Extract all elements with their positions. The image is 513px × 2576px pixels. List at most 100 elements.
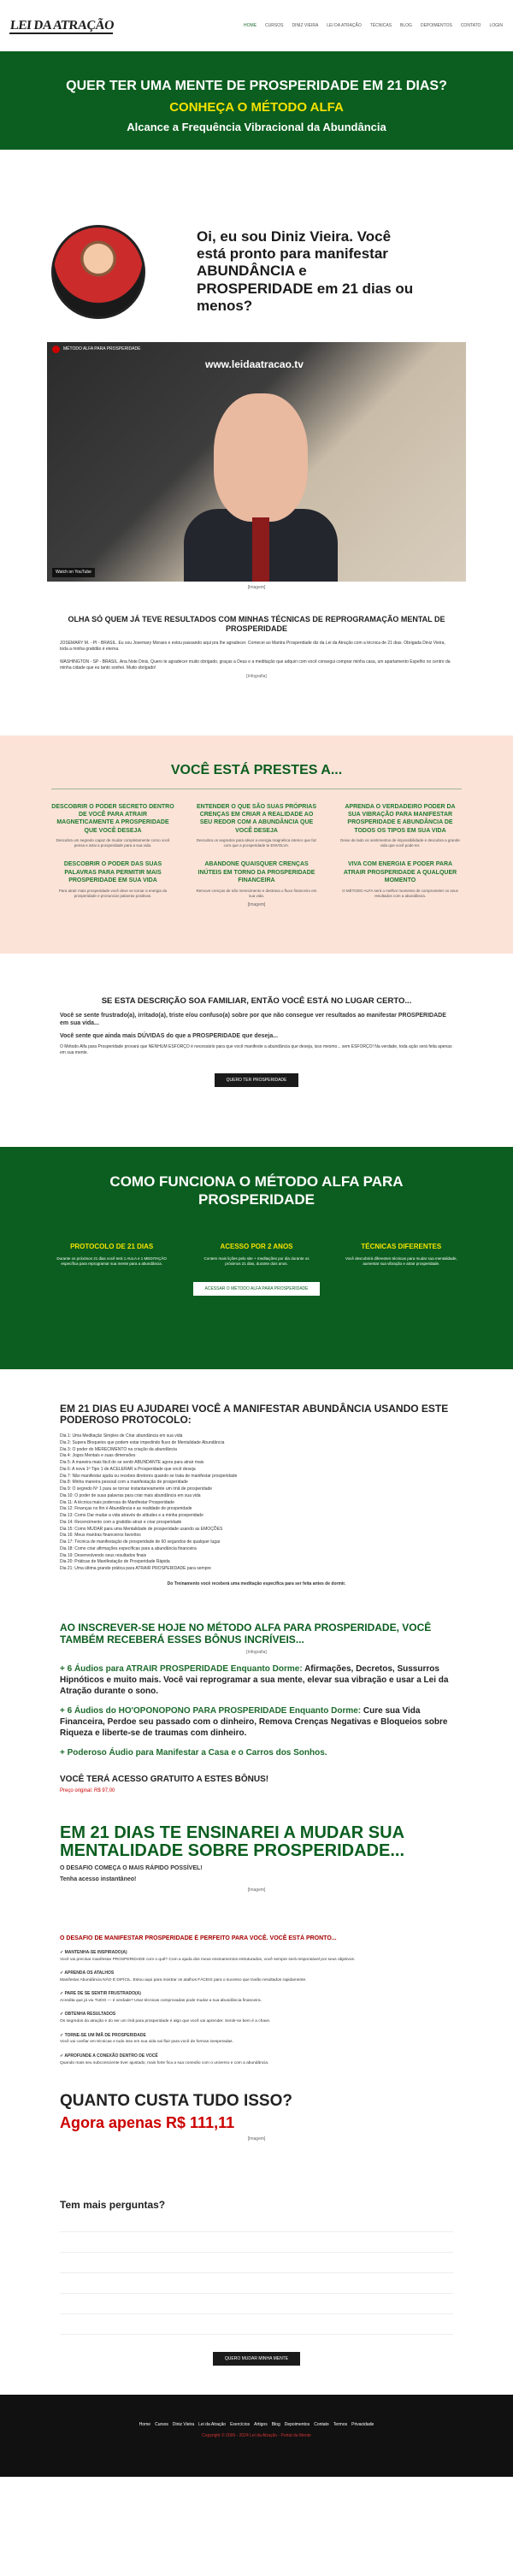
list-item: Dia 5: A maneira mais fácil de se sentir… <box>60 1460 204 1466</box>
list-item: Dia 13: Como Dar mudar a vida através de… <box>60 1513 203 1519</box>
bonus-free: VOCÊ TERÁ ACESSO GRATUITO A ESTES BÔNUS! <box>60 1775 269 1785</box>
footer-link[interactable]: Blog <box>272 2422 280 2428</box>
list-item: Dia 15: Como MUDAR para uma Mentalidade … <box>60 1526 223 1532</box>
hero-banner: QUER TER UMA MENTE DE PROSPERIDADE EM 21… <box>0 51 513 150</box>
list-item: Dia 17: Técnica de manifestação de prosp… <box>60 1539 221 1545</box>
faq-item[interactable] <box>60 2316 453 2335</box>
watch-on-youtube[interactable]: Watch on YouTube <box>52 568 95 577</box>
nav-cursos[interactable]: CURSOS <box>265 23 283 29</box>
list-item: Dia 12: Finanças no fim é Abundância e a… <box>60 1506 192 1512</box>
footer-link[interactable]: Privacidade <box>351 2422 374 2428</box>
family-p2: Você sente que ainda mais DÚVIDAS do que… <box>60 1032 279 1039</box>
faq-item[interactable] <box>60 2295 453 2314</box>
footer-link[interactable]: Artigos <box>254 2422 268 2428</box>
testimonials-title: OLHA SÓ QUEM JÁ TEVE RESULTADOS COM MINH… <box>68 614 445 633</box>
hero-tagline: Alcance a Frequência Vibracional da Abun… <box>127 120 386 133</box>
footer-link[interactable]: Termos <box>333 2422 347 2428</box>
prestes-title: VOCÊ ESTÁ PRESTES A... <box>51 761 462 789</box>
logo[interactable]: LEI DA ATRAÇÃO <box>9 17 115 34</box>
site-footer: Home Cursos Diniz Vieira Lei da Atração … <box>0 2394 513 2477</box>
transform-line-2: Tenha acesso instantâneo! <box>60 1876 137 1883</box>
list-item: Dia 3: O poder do MERECIMENTO na criação… <box>60 1446 177 1452</box>
list-item: Dia 1: Uma Meditação Simples de Criar ab… <box>60 1433 183 1439</box>
hero-subtitle: CONHEÇA O MÉTODO ALFA <box>169 99 344 115</box>
family-section: SE ESTA DESCRIÇÃO SOA FAMILIAR, ENTÃO VO… <box>0 954 513 1087</box>
footer-link[interactable]: Exercícios <box>230 2422 250 2428</box>
protocol-days: Dia 1: Uma Meditação Simples de Criar ab… <box>60 1433 453 1573</box>
perfect-section: O DESAFIO DE MANIFESTAR PROSPERIDADE É P… <box>0 1894 513 2066</box>
faq-title: Tem mais perguntas? <box>60 2198 166 2211</box>
hero-title: QUER TER UMA MENTE DE PROSPERIDADE EM 21… <box>66 79 447 93</box>
prestes-item: APRENDA O VERDADEIRO PODER DA SUA VIBRAÇ… <box>340 803 460 848</box>
video-url: www.leidaatracao.tv <box>205 358 304 370</box>
como-columns: PROTOCOLO DE 21 DIAS Durante os próximos … <box>51 1243 462 1267</box>
list-item: Dia 8: Minha maneira pessoal com a manif… <box>60 1480 188 1486</box>
testimonial-1: JOSEMARY M. - PI - BRASIL. Eu sou Josema… <box>60 641 445 652</box>
faq-item[interactable] <box>60 2234 453 2253</box>
perfect-block: ✓ PARE DE SE SENTIR FRUSTRADO(A) Acredita… <box>60 1991 262 2003</box>
prestes-grid: DESCOBRIR O PODER SECRETO DENTRO DE VOCÊ… <box>51 803 462 899</box>
como-col: TÉCNICAS DIFERENTES Você descobrirá difer… <box>345 1243 457 1266</box>
nav-contato[interactable]: CONTATO <box>461 23 481 29</box>
image-caption: [Imagem] <box>247 585 266 590</box>
nav-blog[interactable]: BLOG <box>400 23 412 29</box>
footer-link[interactable]: Cursos <box>155 2422 168 2428</box>
prestes-item: DESCOBRIR O PODER SECRETO DENTRO DE VOCÊ… <box>51 803 174 848</box>
cost-price: Agora apenas R$ 111,11 <box>60 2113 235 2131</box>
perfect-block: ✓ APRENDA OS ATALHOS Manifestar Abundânci… <box>60 1970 307 1982</box>
list-item: Dia 7: Não manifestar ajuda ou recebes d… <box>60 1473 238 1479</box>
como-title: COMO FUNCIONA O MÉTODO ALFA PARA PROSPER… <box>109 1173 404 1208</box>
list-item: Dia 2: Supera Bloqueios que podem estar … <box>60 1439 225 1445</box>
faq-item[interactable] <box>60 2213 453 2232</box>
prestes-item: DESCOBRIR O PODER DAS SUAS PALAVRAS PARA… <box>58 861 168 898</box>
footer-link[interactable]: Diniz Vieira <box>173 2422 194 2428</box>
faq-item[interactable] <box>60 2254 453 2273</box>
transform-title: EM 21 DIAS TE ENSINAREI A MUDAR SUA MENT… <box>60 1823 404 1861</box>
intro-section: Oi, eu sou Diniz Vieira. Você está pront… <box>0 150 513 342</box>
list-item: Dia 20: Práticas de Manifestação de Pros… <box>60 1559 170 1565</box>
bonus-3: + Poderoso Áudio para Manifestar a Casa … <box>60 1748 327 1758</box>
transform-line-1: O DESAFIO COMEÇA O MAIS RÁPIDO POSSÍVEL! <box>60 1865 203 1872</box>
nav-login[interactable]: LOGIN <box>489 23 503 29</box>
nav-depoimentos[interactable]: DEPOIMENTOS <box>421 23 452 29</box>
quero-prosperidade-button[interactable]: QUERO TER PROSPERIDADE <box>214 1072 299 1087</box>
footer-link[interactable]: Depoimentos <box>285 2422 310 2428</box>
protocol-note: Do Treinamento você receberá uma meditaç… <box>167 1580 346 1586</box>
list-item: Dia 21: Uma última grande prática para A… <box>60 1566 211 1572</box>
footer-link[interactable]: Home <box>139 2422 150 2428</box>
nav-tecnicas[interactable]: TÉCNICAS <box>370 23 392 29</box>
avatar <box>51 224 145 319</box>
list-item: Dia 11: A técnica mais poderosa de Manif… <box>60 1499 174 1505</box>
intro-text: Oi, eu sou Diniz Vieira. Você está pront… <box>197 228 414 314</box>
nav-lei-atracao[interactable]: LEI DA ATRAÇÃO <box>327 23 361 29</box>
perfect-block: ✓ MANTENHA-SE INSPIRADO(A) Você vai preci… <box>60 1949 356 1962</box>
image-caption: [Imagem] <box>247 2136 266 2142</box>
footer-links: Home Cursos Diniz Vieira Lei da Atração … <box>0 2422 513 2428</box>
acessar-metodo-button[interactable]: ACESSAR O MÉTODO ALFA PARA PROSPERIDADE <box>192 1282 321 1297</box>
prestes-item: ABANDONE QUAISQUER CRENÇAS INÚTEIS EM TO… <box>196 861 317 898</box>
cost-section: QUANTO CUSTA TUDO ISSO? Agora apenas R$ … <box>0 2066 513 2142</box>
como-section: COMO FUNCIONA O MÉTODO ALFA PARA PROSPER… <box>0 1146 513 1369</box>
faq-item[interactable] <box>60 2275 453 2294</box>
footer-link[interactable]: Contato <box>314 2422 329 2428</box>
video-person-tie <box>252 517 269 582</box>
list-item: Dia 19: Desenvolvendo seus resultados fi… <box>60 1552 147 1558</box>
video-person-face <box>214 393 308 522</box>
como-col: PROTOCOLO DE 21 DIAS Durante os próximos … <box>56 1243 167 1266</box>
testimonials: OLHA SÓ QUEM JÁ TEVE RESULTADOS COM MINH… <box>0 591 513 680</box>
quero-mudar-button[interactable]: QUERO MUDAR MINHA MENTE <box>212 2351 301 2366</box>
bonus-title: AO INSCREVER-SE HOJE NO MÉTODO ALFA PARA… <box>60 1621 432 1646</box>
channel-icon <box>52 346 60 353</box>
image-caption: [Imagem] <box>247 1887 266 1893</box>
protocol-title: EM 21 DIAS EU AJUDAREI VOCÊ A MANIFESTAR… <box>60 1402 449 1427</box>
list-item: Dia 16: Meus mantras financeiros favorit… <box>60 1533 141 1539</box>
perfect-block: ✓ APROFUNDE A CONEXÃO DENTRO DE VOCÊ Quan… <box>60 2053 269 2065</box>
footer-link[interactable]: Lei da Atração <box>198 2422 226 2428</box>
nav-home[interactable]: Home <box>244 23 256 29</box>
prestes-item: VIVA COM ENERGIA E PODER PARA ATRAIR PRO… <box>342 861 458 898</box>
faq-section: Tem mais perguntas? QUERO MUDAR MINHA ME… <box>0 2142 513 2366</box>
video-player[interactable]: MÉTODO ALFA PARA PROSPERIDADE www.leidaa… <box>47 342 466 582</box>
testimonial-2: WASHINGTON - SP - BRASIL. Ana Note Dinis… <box>60 659 451 671</box>
transform-section: EM 21 DIAS TE ENSINAREI A MUDAR SUA MENT… <box>0 1794 513 1894</box>
nav-diniz[interactable]: DINIZ VIEIRA <box>292 23 318 29</box>
